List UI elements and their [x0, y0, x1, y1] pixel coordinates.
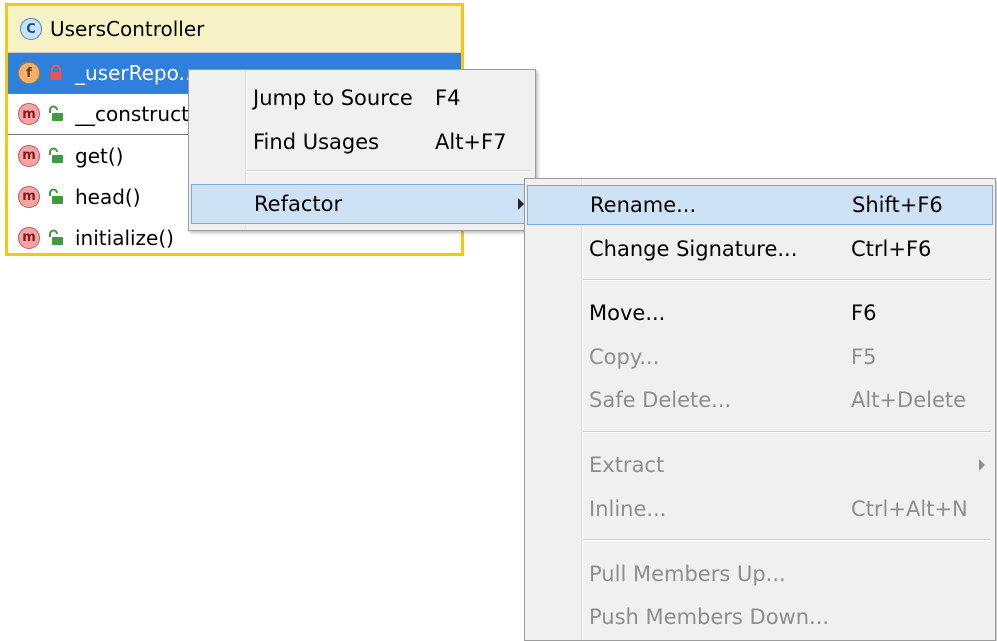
menu-item-move[interactable]: Move... F6	[527, 293, 993, 333]
lock-open-icon	[49, 147, 63, 163]
member-name: get()	[75, 143, 124, 168]
menu-item-shortcut: Alt+Delete	[851, 388, 967, 412]
menu-item-label: Extract	[589, 453, 665, 477]
class-badge-icon: C	[20, 18, 42, 40]
menu-item-label: Copy...	[589, 345, 660, 369]
menu-item-label: Move...	[589, 301, 666, 325]
menu-item-label: Jump to Source	[253, 86, 413, 110]
menu-item-label: Refactor	[254, 192, 343, 216]
menu-item-label: Find Usages	[253, 130, 380, 154]
menu-item-inline[interactable]: Inline... Ctrl+Alt+N	[527, 489, 993, 529]
menu-item-label: Inline...	[589, 497, 667, 521]
menu-separator	[247, 170, 531, 172]
class-name: UsersController	[50, 17, 205, 41]
context-menu: Jump to Source F4 Find Usages Alt+F7 Ref…	[188, 69, 536, 231]
menu-item-jump-to-source[interactable]: Jump to Source F4	[191, 78, 533, 118]
member-name: __construct()	[75, 102, 205, 126]
menu-item-label: Safe Delete...	[589, 388, 732, 412]
menu-item-shortcut: Alt+F7	[435, 130, 507, 154]
lock-open-icon	[49, 105, 63, 121]
menu-item-push-members-down[interactable]: Push Members Down...	[527, 597, 993, 637]
menu-item-refactor[interactable]: Refactor	[191, 184, 533, 224]
member-name: _userRepo...	[75, 61, 198, 85]
method-badge-icon: m	[18, 185, 40, 208]
menu-item-shortcut: Shift+F6	[852, 193, 943, 217]
method-badge-icon: m	[18, 144, 40, 167]
lock-open-icon	[49, 188, 63, 204]
menu-separator	[583, 279, 991, 281]
menu-item-copy[interactable]: Copy... F5	[527, 337, 993, 377]
class-node-header[interactable]: C UsersController	[8, 6, 461, 53]
lock-closed-icon	[50, 64, 62, 80]
menu-item-safe-delete[interactable]: Safe Delete... Alt+Delete	[527, 380, 993, 420]
menu-item-shortcut: F6	[851, 301, 877, 325]
refactor-submenu: Rename... Shift+F6 Change Signature... C…	[524, 178, 996, 641]
menu-item-label: Rename...	[590, 193, 697, 217]
menu-item-pull-members-up[interactable]: Pull Members Up...	[527, 554, 993, 594]
field-badge-icon: f	[18, 62, 40, 84]
menu-item-extract[interactable]: Extract	[527, 445, 993, 485]
method-badge-icon: m	[18, 103, 40, 125]
member-name: initialize()	[75, 225, 174, 250]
menu-separator	[583, 539, 991, 541]
menu-item-shortcut: F4	[435, 86, 461, 110]
menu-item-label: Push Members Down...	[589, 605, 830, 629]
menu-item-shortcut: F5	[851, 345, 877, 369]
menu-item-change-signature[interactable]: Change Signature... Ctrl+F6	[527, 229, 993, 269]
menu-item-rename[interactable]: Rename... Shift+F6	[527, 185, 993, 225]
menu-item-shortcut: Ctrl+Alt+N	[851, 497, 968, 521]
lock-open-icon	[49, 229, 63, 245]
menu-item-shortcut: Ctrl+F6	[851, 237, 932, 261]
menu-item-label: Pull Members Up...	[589, 562, 786, 586]
menu-item-find-usages[interactable]: Find Usages Alt+F7	[191, 122, 533, 162]
submenu-arrow-icon	[979, 459, 985, 471]
method-badge-icon: m	[18, 226, 40, 249]
menu-item-label: Change Signature...	[589, 237, 798, 261]
menu-separator	[583, 431, 991, 433]
member-name: head()	[75, 184, 141, 209]
